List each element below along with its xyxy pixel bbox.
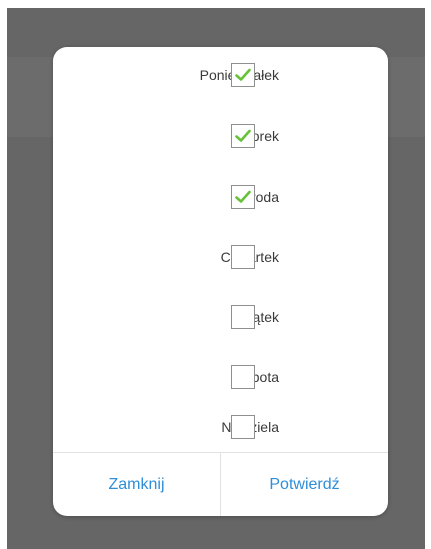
confirm-button[interactable]: Potwierdź [221,453,388,516]
day-row-poniedzialek[interactable]: Poniedziałek [53,61,388,89]
day-checkbox[interactable] [231,63,255,87]
day-picker-dialog: Poniedziałek Wtorek Środa Czwartek Piąte… [53,47,388,516]
day-checkbox[interactable] [231,185,255,209]
day-checkbox[interactable] [231,365,255,389]
check-icon [235,129,251,142]
close-button[interactable]: Zamknij [53,453,220,516]
check-icon [235,190,251,203]
day-row-wtorek[interactable]: Wtorek [53,122,388,150]
day-checkbox[interactable] [231,305,255,329]
day-row-piatek[interactable]: Piątek [53,303,388,331]
day-row-sroda[interactable]: Środa [53,183,388,211]
day-row-czwartek[interactable]: Czwartek [53,243,388,271]
day-row-niedziela[interactable]: Niedziela [53,413,388,441]
day-row-sobota[interactable]: Sobota [53,363,388,391]
check-icon [235,68,251,81]
day-checkbox[interactable] [231,415,255,439]
dialog-footer: Zamknij Potwierdź [53,452,388,516]
day-checkbox[interactable] [231,245,255,269]
day-checkbox[interactable] [231,124,255,148]
